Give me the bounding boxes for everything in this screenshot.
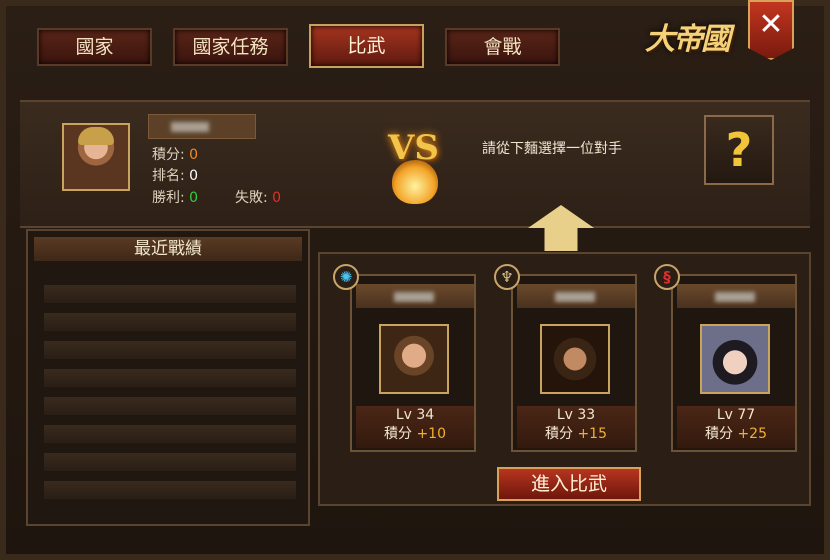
wins-value: 0 — [189, 190, 199, 206]
enter-duel-button[interactable]: 進入比武 — [497, 467, 641, 501]
record-row — [44, 369, 296, 387]
player-name-blurred — [171, 122, 209, 132]
opponent-name-bar — [677, 284, 795, 308]
opponent-card-3[interactable]: Lv 77 積分 +25 — [671, 274, 797, 452]
record-row — [44, 453, 296, 471]
water-emblem-icon: ✺ — [333, 264, 359, 290]
tab-country-missions[interactable]: 國家任務 — [173, 28, 288, 66]
tab-duel[interactable]: 比武 — [309, 24, 424, 68]
dragon-emblem-icon: § — [654, 264, 680, 290]
opponent-score-label: 積分 — [705, 426, 733, 442]
opponent-score-bonus: +15 — [577, 426, 607, 442]
player-name-bar — [148, 114, 256, 139]
tab-country[interactable]: 國家 — [37, 28, 152, 66]
opponent-score: 積分 +10 — [356, 425, 474, 444]
opponent-name-bar — [517, 284, 635, 308]
losses-label: 失敗: — [235, 190, 268, 206]
rank-label: 排名: — [152, 168, 185, 184]
rank-stat: 排名: 0 — [152, 165, 198, 185]
opponent-name-bar — [356, 284, 474, 308]
opponent-info: Lv 33 積分 +15 — [517, 406, 635, 448]
eagle-emblem-icon: ♆ — [494, 264, 520, 290]
tab-battle[interactable]: 會戰 — [445, 28, 560, 66]
wins-stat: 勝利: 0 — [152, 187, 198, 207]
opponent-name-blurred — [555, 292, 595, 302]
opponent-name-blurred — [715, 292, 755, 302]
opponent-level: Lv 34 — [395, 407, 435, 423]
opponent-info: Lv 34 積分 +10 — [356, 406, 474, 448]
choose-opponent-prompt: 請從下麵選擇一位對手 — [482, 141, 622, 157]
opponent-score-label: 積分 — [384, 426, 412, 442]
score-label: 積分: — [152, 147, 185, 163]
player-avatar — [62, 123, 130, 191]
score-stat: 積分: 0 — [152, 144, 198, 164]
record-row — [44, 285, 296, 303]
record-row — [44, 481, 296, 499]
opponent-score: 積分 +15 — [517, 425, 635, 444]
losses-value: 0 — [272, 190, 282, 206]
opponent-portrait — [700, 324, 770, 394]
record-row — [44, 397, 296, 415]
opponent-level: Lv 77 — [716, 407, 756, 423]
opponent-score-bonus: +25 — [737, 426, 767, 442]
losses-stat: 失敗: 0 — [235, 187, 281, 207]
opponent-score-bonus: +10 — [416, 426, 446, 442]
recent-records-title: 最近戰績 — [34, 237, 302, 261]
record-row — [44, 341, 296, 359]
record-row — [44, 425, 296, 443]
helmet-icon — [78, 127, 114, 145]
rank-value: 0 — [189, 168, 199, 184]
game-logo: 大帝國 — [645, 22, 731, 57]
close-icon: ✕ — [758, 7, 784, 42]
opponent-portrait — [540, 324, 610, 394]
record-row — [44, 313, 296, 331]
close-button[interactable]: ✕ — [748, 0, 794, 60]
opponent-score-label: 積分 — [545, 426, 573, 442]
opponent-info: Lv 77 積分 +25 — [677, 406, 795, 448]
vs-emblem: VS — [388, 128, 439, 168]
opponent-card-2[interactable]: Lv 33 積分 +15 — [511, 274, 637, 452]
opponent-portrait — [379, 324, 449, 394]
score-value: 0 — [189, 147, 199, 163]
unknown-opponent-slot: ? — [704, 115, 774, 185]
opponent-level: Lv 33 — [556, 407, 596, 423]
opponent-name-blurred — [394, 292, 434, 302]
opponent-score: 積分 +25 — [677, 425, 795, 444]
opponent-card-1[interactable]: Lv 34 積分 +10 — [350, 274, 476, 452]
wins-label: 勝利: — [152, 190, 185, 206]
recent-records-panel: 最近戰績 — [26, 229, 310, 526]
